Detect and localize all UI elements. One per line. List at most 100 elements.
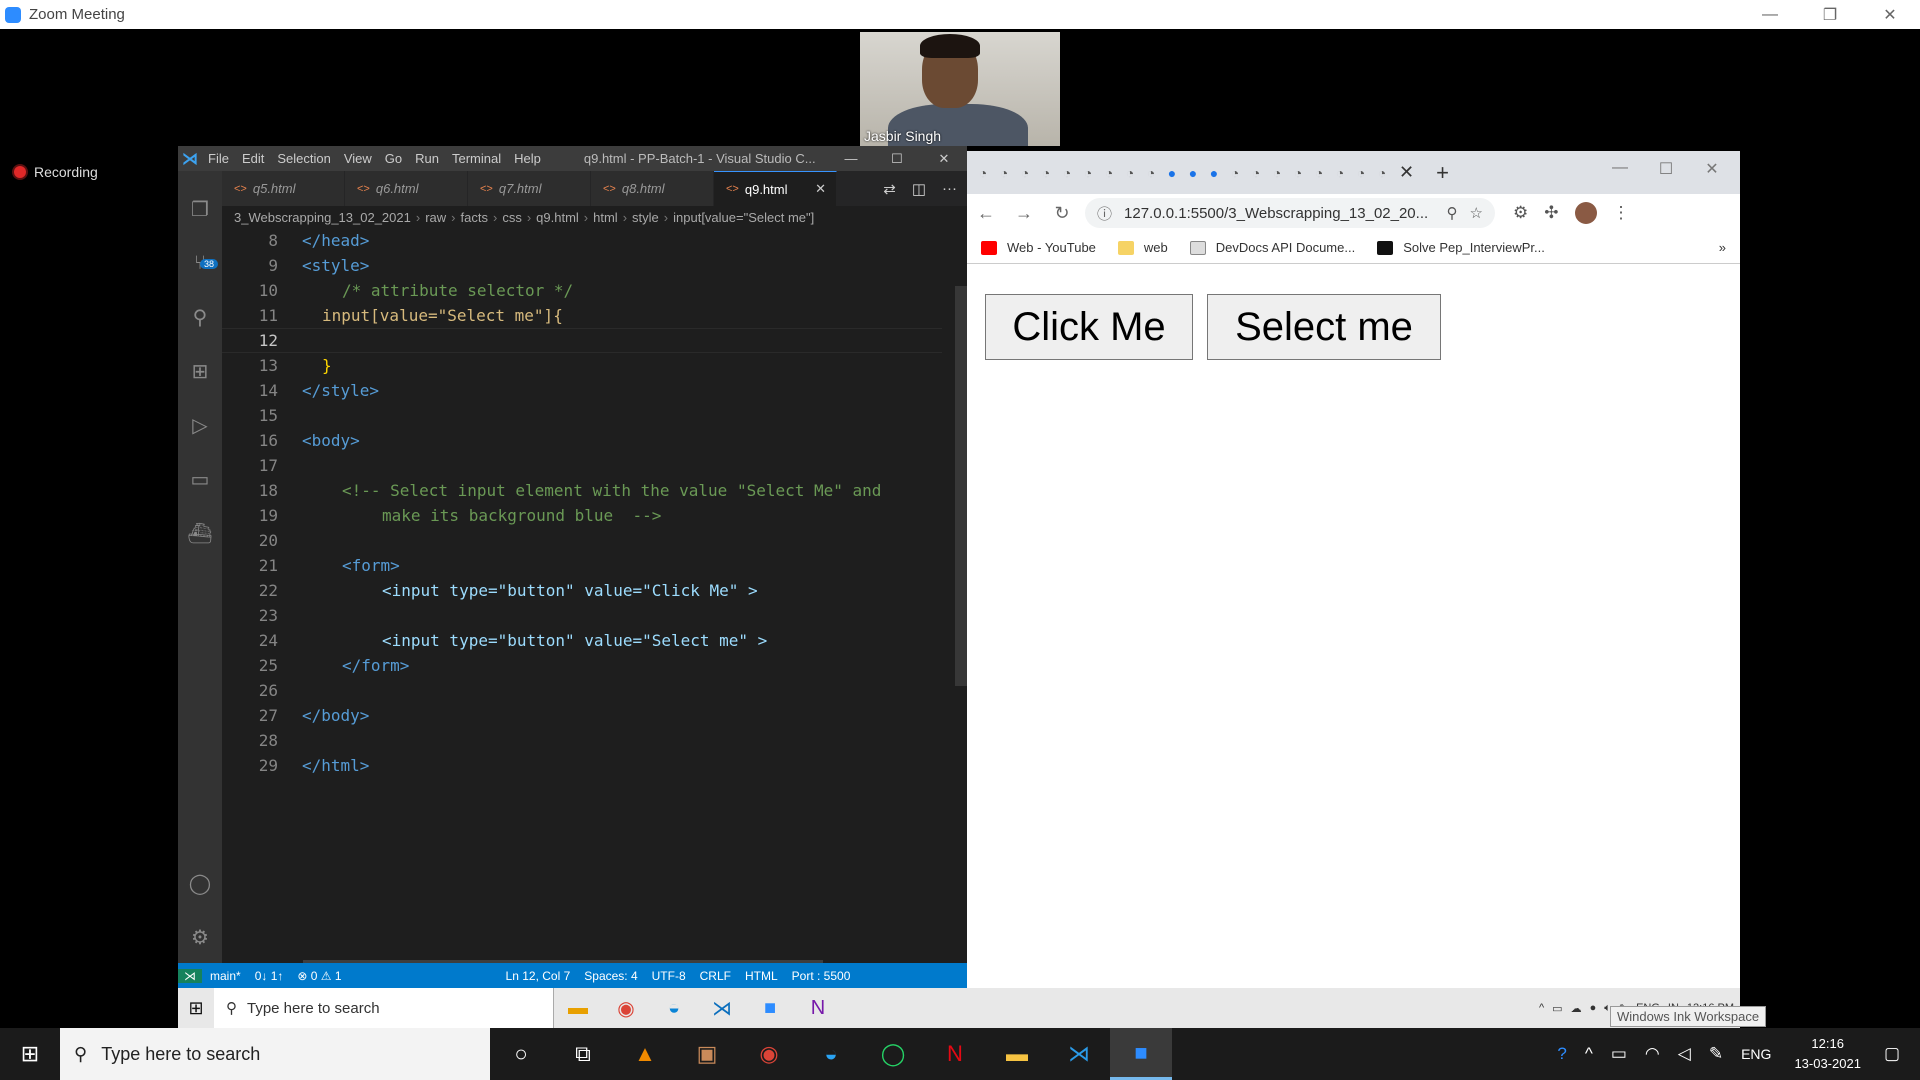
restore-icon[interactable]: ❐: [1800, 0, 1860, 29]
github-tab-icon[interactable]: ◔: [1352, 162, 1370, 184]
site-info-icon[interactable]: ⓘ: [1097, 203, 1112, 224]
github-tab-icon[interactable]: ◔: [1289, 162, 1307, 184]
tray-arrow-icon[interactable]: ^: [1539, 1002, 1544, 1014]
github-tab-icon[interactable]: ◔: [1037, 162, 1055, 184]
reload-icon[interactable]: ↻: [1043, 203, 1081, 224]
more-bookmarks-icon[interactable]: »: [1719, 240, 1726, 255]
start-icon[interactable]: ⊞: [178, 998, 214, 1019]
live-server-port[interactable]: Port : 5500: [792, 969, 851, 983]
globe-tab-icon[interactable]: ●: [1184, 162, 1202, 184]
github-tab-icon[interactable]: ◔: [1247, 162, 1265, 184]
search-icon[interactable]: ⚲: [186, 303, 214, 331]
file-explorer-icon[interactable]: ▬: [554, 997, 602, 1020]
input-language[interactable]: ENG: [1741, 1046, 1771, 1062]
notifications-icon[interactable]: ▢: [1884, 1044, 1900, 1064]
clock[interactable]: 12:16 13-03-2021: [1794, 1034, 1861, 1074]
globe-tab-icon[interactable]: ●: [1205, 162, 1223, 184]
more-actions-icon[interactable]: ···: [942, 180, 957, 197]
edge-icon[interactable]: ◒: [800, 1028, 862, 1080]
compare-changes-icon[interactable]: ⇄: [883, 180, 896, 198]
github-tab-icon[interactable]: ◔: [1058, 162, 1076, 184]
back-icon[interactable]: ←: [967, 203, 1005, 224]
language-mode[interactable]: HTML: [745, 969, 778, 983]
breadcrumb-item[interactable]: input[value="Select me"]: [673, 210, 814, 225]
github-tab-icon[interactable]: ◔: [1226, 162, 1244, 184]
file-encoding[interactable]: UTF-8: [652, 969, 686, 983]
taskbar-search-box[interactable]: ⚲ Type here to search: [60, 1028, 490, 1080]
explorer-icon[interactable]: ❐: [186, 195, 214, 223]
task-view-icon[interactable]: ⧉: [552, 1028, 614, 1080]
split-editor-icon[interactable]: ◫: [912, 180, 926, 198]
bookmark-star-icon[interactable]: ☆: [1470, 204, 1483, 222]
search-box[interactable]: ⚲ Type here to search: [214, 988, 554, 1028]
cortana-icon[interactable]: ○: [490, 1028, 552, 1080]
tray-chevron-icon[interactable]: ^: [1585, 1044, 1593, 1064]
minimize-icon[interactable]: —: [1740, 0, 1800, 29]
vscode-icon[interactable]: ⋊: [698, 996, 746, 1021]
github-tab-icon[interactable]: ◔: [974, 162, 992, 184]
problems-count[interactable]: ⊗ 0 ⚠ 1: [297, 969, 341, 983]
breadcrumb-item[interactable]: q9.html: [536, 210, 579, 225]
volume-icon[interactable]: ◁: [1678, 1044, 1691, 1064]
edge-icon[interactable]: ◒: [650, 997, 698, 1020]
vscode-maximize-icon[interactable]: ☐: [874, 146, 920, 171]
tab-q6[interactable]: <> q6.html: [345, 171, 468, 206]
bookmark-web-folder[interactable]: web: [1117, 240, 1168, 255]
forward-icon[interactable]: →: [1005, 203, 1043, 224]
tab-q9[interactable]: <> q9.html ✕: [714, 171, 837, 206]
menu-run[interactable]: Run: [415, 151, 439, 166]
cursor-position[interactable]: Ln 12, Col 7: [506, 969, 571, 983]
chrome-maximize-icon[interactable]: ☐: [1643, 159, 1689, 179]
extension-icon[interactable]: ⚙: [1513, 203, 1528, 223]
settings-gear-icon[interactable]: ⚙: [186, 923, 214, 951]
tab-q7[interactable]: <> q7.html: [468, 171, 591, 206]
wifi-icon[interactable]: ◠: [1645, 1044, 1660, 1064]
bookmark-youtube[interactable]: Web - YouTube: [981, 240, 1096, 255]
vscode-close-icon[interactable]: ✕: [921, 146, 967, 171]
select-me-button[interactable]: Select me: [1207, 294, 1441, 360]
zoom-icon[interactable]: ■: [746, 997, 794, 1020]
globe-tab-icon[interactable]: ●: [1163, 162, 1181, 184]
whatsapp-icon[interactable]: ◯: [862, 1028, 924, 1080]
breadcrumb-item[interactable]: 3_Webscrapping_13_02_2021: [234, 210, 411, 225]
tray-onedrive-icon[interactable]: ☁: [1571, 1002, 1582, 1015]
click-me-button[interactable]: Click Me: [985, 294, 1193, 360]
docker-icon[interactable]: ⛴: [186, 519, 214, 547]
breadcrumb-item[interactable]: raw: [425, 210, 446, 225]
editor-vertical-scrollbar[interactable]: [955, 286, 967, 686]
github-tab-icon[interactable]: ◔: [1310, 162, 1328, 184]
vscode-icon[interactable]: ⋊: [1048, 1028, 1110, 1080]
menu-view[interactable]: View: [344, 151, 372, 166]
github-tab-icon[interactable]: ◔: [1079, 162, 1097, 184]
bookmark-pepcoding[interactable]: Solve Pep_InterviewPr...: [1377, 240, 1545, 255]
git-sync[interactable]: 0↓ 1↑: [255, 969, 284, 983]
menu-edit[interactable]: Edit: [242, 151, 264, 166]
extensions-icon[interactable]: ⊞: [186, 357, 214, 385]
netflix-icon[interactable]: N: [924, 1028, 986, 1080]
github-tab-icon[interactable]: ◔: [1121, 162, 1139, 184]
indentation[interactable]: Spaces: 4: [584, 969, 637, 983]
github-tab-icon[interactable]: ◔: [995, 162, 1013, 184]
close-icon[interactable]: ✕: [1860, 0, 1920, 29]
vscode-minimize-icon[interactable]: —: [828, 146, 874, 171]
tray-mic-icon[interactable]: ●: [1590, 1002, 1597, 1014]
breadcrumb-item[interactable]: html: [593, 210, 618, 225]
github-tab-icon[interactable]: ◔: [1373, 162, 1391, 184]
git-branch[interactable]: main*: [210, 969, 241, 983]
code-editor[interactable]: 8 </head> 9 <style> 10/* attribute selecto…: [222, 228, 967, 963]
menu-terminal[interactable]: Terminal: [452, 151, 501, 166]
chrome-minimize-icon[interactable]: —: [1597, 159, 1643, 177]
battery-icon[interactable]: ▭: [1611, 1044, 1627, 1064]
tray-battery-icon[interactable]: ▭: [1552, 1002, 1562, 1015]
new-tab-icon[interactable]: +: [1436, 160, 1449, 186]
tab-close-icon[interactable]: ✕: [815, 181, 826, 197]
onenote-icon[interactable]: N: [794, 997, 842, 1020]
line-endings[interactable]: CRLF: [700, 969, 731, 983]
github-tab-icon[interactable]: ◔: [1142, 162, 1160, 184]
pen-workspace-icon[interactable]: ✎: [1709, 1044, 1723, 1064]
chrome-icon[interactable]: ◉: [602, 996, 650, 1021]
github-tab-icon[interactable]: ◔: [1268, 162, 1286, 184]
remote-explorer-icon[interactable]: ▭: [186, 465, 214, 493]
file-explorer-icon[interactable]: ▬: [986, 1028, 1048, 1080]
tab-q5[interactable]: <> q5.html: [222, 171, 345, 206]
